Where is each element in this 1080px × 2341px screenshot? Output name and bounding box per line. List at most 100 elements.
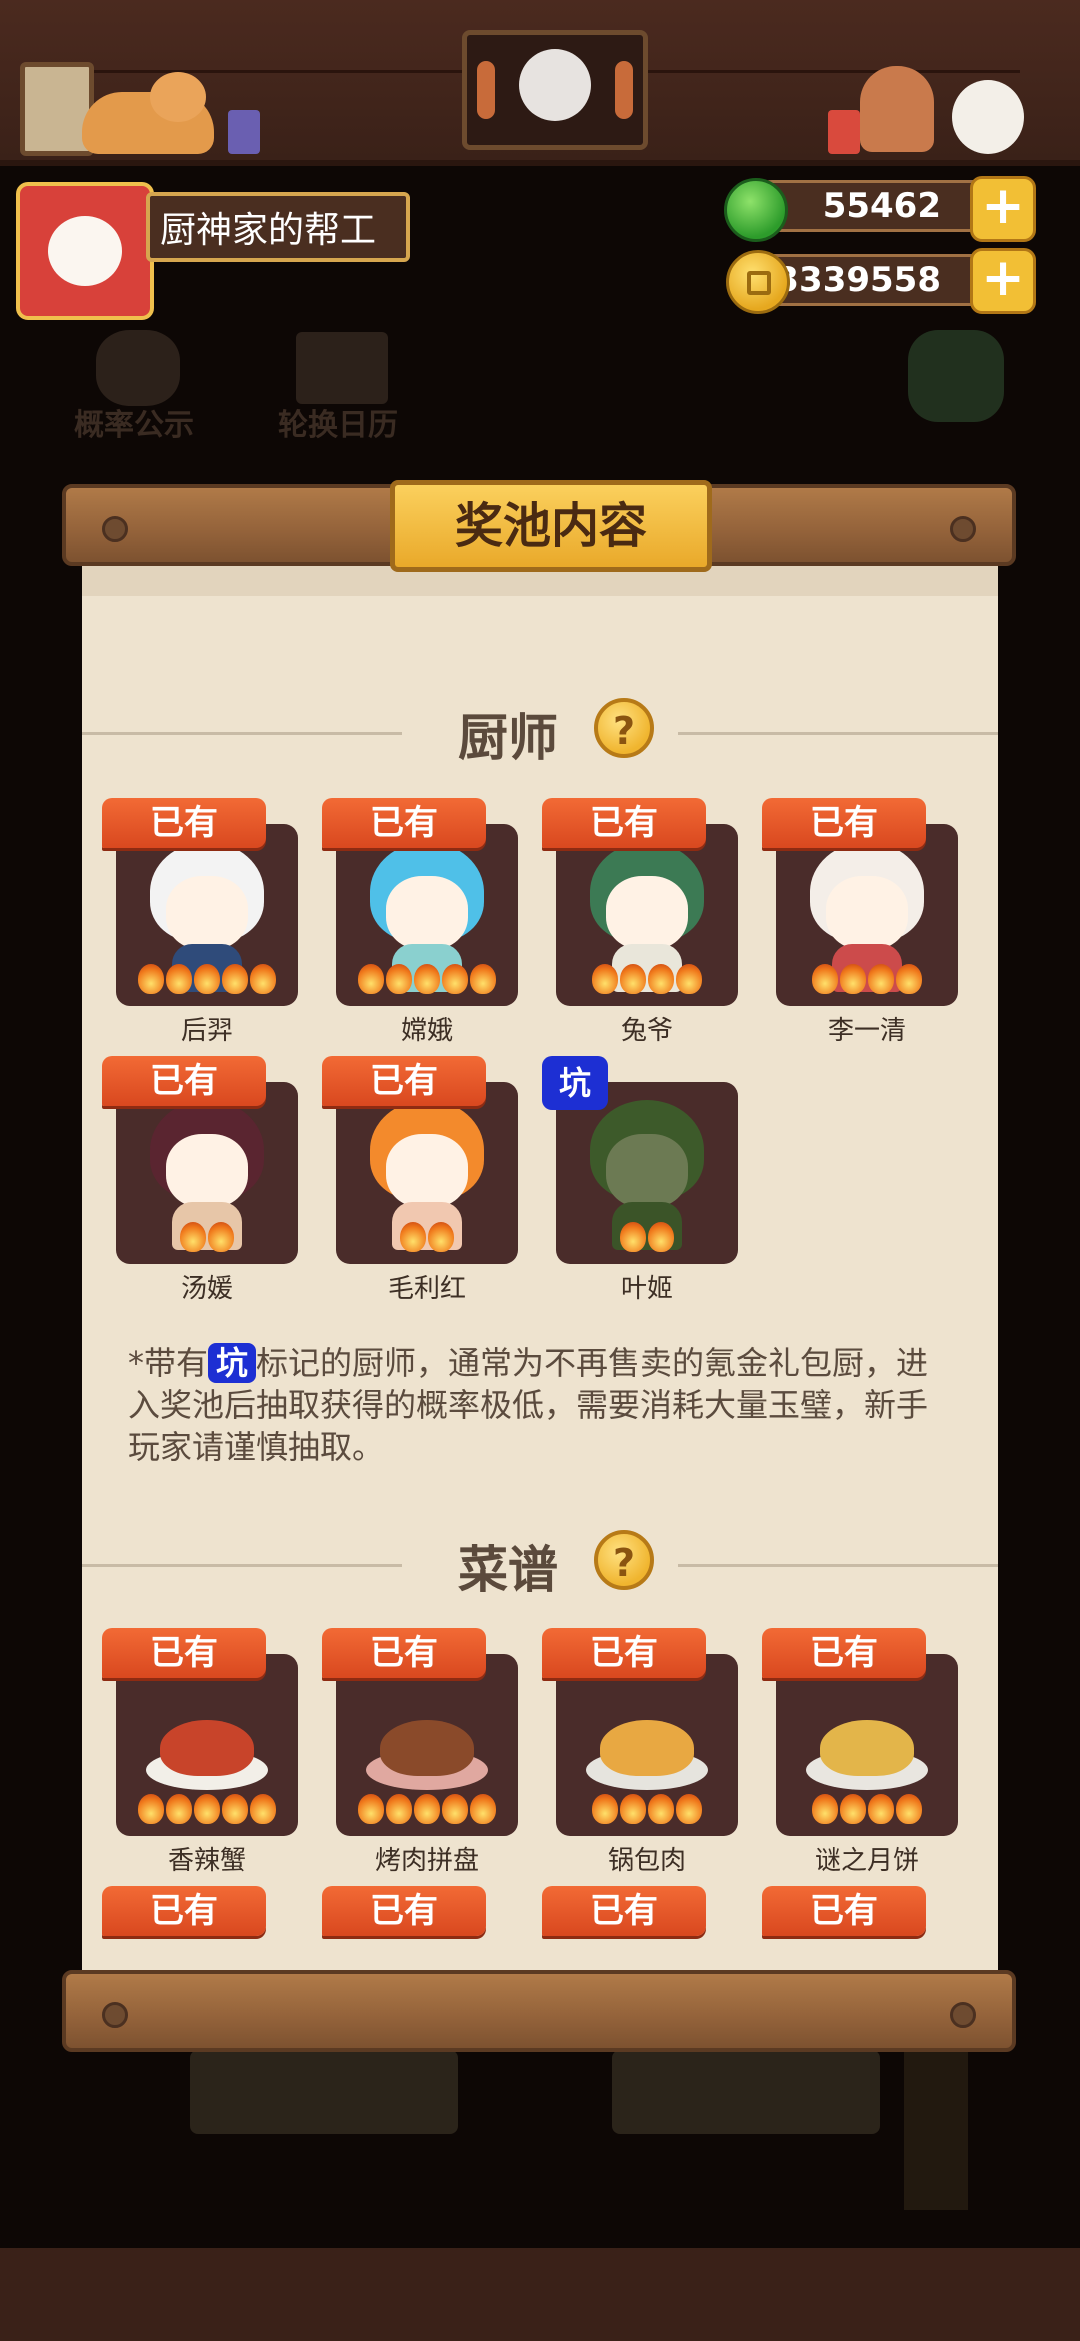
flame-icon: [358, 964, 384, 994]
chef-help-icon[interactable]: ?: [594, 698, 654, 758]
prize-pool-panel[interactable]: 厨师 ? 已有 后羿 已有 嫦娥 已有 兔爷 已有 李一清 已有 汤媛 已有 毛利红 坑叶姬…: [82, 546, 998, 1972]
owned-badge: 已有: [102, 1056, 266, 1106]
flame-icon: [386, 1794, 412, 1824]
center-sign-decoration: [462, 30, 648, 150]
flame-icon: [868, 964, 894, 994]
flame-icon: [840, 964, 866, 994]
flame-icon: [648, 1222, 674, 1252]
flame-icon: [386, 964, 412, 994]
nail-icon: [950, 516, 976, 542]
rarity-flames: [556, 964, 738, 996]
nail-icon: [102, 2002, 128, 2028]
flame-icon: [676, 1794, 702, 1824]
orange-cat-decoration: [82, 72, 214, 154]
section-divider-left: [82, 732, 402, 735]
recipe-name: 香辣蟹: [167, 1846, 246, 1876]
flame-icon: [194, 964, 220, 994]
flame-icon: [896, 1794, 922, 1824]
rarity-flames: [336, 1222, 518, 1254]
flame-icon: [840, 1794, 866, 1824]
flame-icon: [648, 964, 674, 994]
player-avatar[interactable]: [16, 182, 154, 320]
flame-icon: [166, 964, 192, 994]
flame-icon: [222, 1794, 248, 1824]
owned-badge: 已有: [542, 798, 706, 848]
white-cat-decoration: [952, 80, 1024, 154]
calendar-icon: [296, 332, 388, 404]
add-jade-button[interactable]: +: [970, 176, 1036, 242]
flame-icon: [208, 1222, 234, 1252]
chef-section-title: 厨师: [458, 709, 558, 767]
flame-icon: [250, 964, 276, 994]
pit-inline-badge: 坑: [208, 1343, 257, 1383]
flame-icon: [648, 1794, 674, 1824]
nail-icon: [102, 516, 128, 542]
rarity-flames: [336, 1794, 518, 1826]
dish-icon: [146, 1710, 268, 1796]
flame-icon: [166, 1794, 192, 1824]
flame-icon: [868, 1794, 894, 1824]
rarity-flames: [776, 964, 958, 996]
chef-name: 后羿: [180, 1016, 233, 1046]
owned-badge: 已有: [542, 1628, 706, 1678]
flame-icon: [896, 964, 922, 994]
dish-icon: [366, 1710, 488, 1796]
recipe-help-icon[interactable]: ?: [594, 1530, 654, 1590]
chef-name: 毛利红: [387, 1274, 466, 1304]
recipe-name: 谜之月饼: [814, 1846, 919, 1876]
owned-badge: 已有: [322, 1886, 486, 1936]
sign-tape-right: [615, 61, 633, 119]
owned-badge: 已有: [102, 1886, 266, 1936]
coin-icon: [726, 250, 790, 314]
recipe-portrait: [776, 1654, 958, 1836]
nail-icon: [950, 2002, 976, 2028]
purple-cup-decoration: [228, 110, 260, 154]
chef-portrait: [776, 824, 958, 1006]
owned-badge: 已有: [322, 1056, 486, 1106]
rarity-flames: [116, 1222, 298, 1254]
chef-portrait: [116, 824, 298, 1006]
recipe-portrait: [116, 1654, 298, 1836]
flame-icon: [620, 1222, 646, 1252]
pit-note: *带有坑标记的厨师，通常为不再售卖的氪金礼包厨，进入奖池后抽取获得的概率极低，需…: [128, 1343, 929, 1466]
owned-badge: 已有: [322, 798, 486, 848]
avatar-cat-icon: [48, 216, 122, 286]
recipe-section-title: 菜谱: [458, 1541, 558, 1599]
probability-icon: [96, 330, 180, 406]
jade-icon: [724, 178, 788, 242]
flame-icon: [592, 1794, 618, 1824]
rarity-flames: [556, 1794, 738, 1826]
background-side-banner: [904, 2050, 968, 2210]
flame-icon: [428, 1222, 454, 1252]
section-divider-left: [82, 1564, 402, 1567]
rarity-flames: [116, 964, 298, 996]
flame-icon: [442, 1794, 468, 1824]
calendar-button-label: 轮换日历: [278, 408, 398, 443]
flame-icon: [414, 964, 440, 994]
flame-icon: [620, 964, 646, 994]
chef-name: 叶姬: [620, 1274, 673, 1304]
chef-name: 嫦娥: [400, 1016, 453, 1046]
sign-tape-left: [477, 61, 495, 119]
chef-name: 李一清: [827, 1016, 906, 1046]
chef-portrait: [556, 824, 738, 1006]
chef-name: 兔爷: [620, 1016, 673, 1046]
flame-icon: [812, 964, 838, 994]
flame-icon: [358, 1794, 384, 1824]
owned-badge: 已有: [102, 798, 266, 848]
rarity-flames: [556, 1222, 738, 1254]
chef-girl-decoration: [860, 66, 934, 152]
dish-icon: [586, 1710, 708, 1796]
owned-badge: 已有: [762, 798, 926, 848]
recipe-portrait: [556, 1654, 738, 1836]
mascot-face-icon: [519, 49, 591, 121]
rarity-flames: [776, 1794, 958, 1826]
owned-badge: 已有: [542, 1886, 706, 1936]
flame-icon: [812, 1794, 838, 1824]
top-decoration-bar: [0, 0, 1080, 166]
section-divider-right: [678, 1564, 998, 1567]
add-coin-button[interactable]: +: [970, 248, 1036, 314]
flame-icon: [138, 964, 164, 994]
flame-icon: [592, 964, 618, 994]
recipe-name: 锅包肉: [607, 1846, 686, 1876]
